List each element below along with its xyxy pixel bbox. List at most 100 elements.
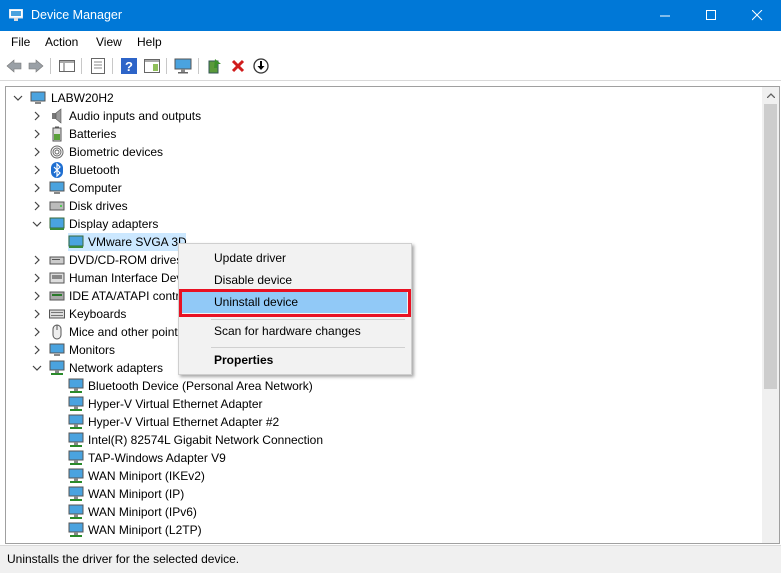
bluetooth-icon [51, 162, 63, 178]
tree-root[interactable]: LABW20H2 [6, 89, 756, 107]
device-item[interactable]: Intel(R) 82574L Gigabit Network Connecti… [6, 431, 756, 449]
device-label: Hyper-V Virtual Ethernet Adapter [88, 397, 263, 411]
scroll-up-icon[interactable] [762, 87, 779, 104]
device-item[interactable]: Hyper-V Virtual Ethernet Adapter #2 [6, 413, 756, 431]
update-driver-menu-item[interactable]: Update driver [181, 247, 407, 269]
expand-chevron-icon[interactable] [32, 255, 42, 265]
forward-icon[interactable] [27, 57, 45, 75]
expand-chevron-icon[interactable] [32, 183, 42, 193]
collapse-chevron-icon[interactable] [32, 219, 42, 229]
menu-action[interactable]: Action [45, 35, 78, 49]
expand-chevron-icon[interactable] [32, 309, 42, 319]
category-label: Disk drives [69, 199, 128, 213]
svg-text:?: ? [125, 59, 133, 74]
toolbar: ? [0, 53, 781, 81]
battery-icon [52, 126, 62, 142]
category-item[interactable]: Batteries [6, 125, 756, 143]
category-item[interactable]: Computer [6, 179, 756, 197]
disable-device-label: Disable device [214, 273, 293, 287]
mouse-icon [52, 324, 62, 340]
network-icon [68, 378, 84, 393]
disk-icon [49, 201, 65, 211]
device-item[interactable]: Bluetooth Device (Personal Area Network) [6, 377, 756, 395]
category-label: Biometric devices [69, 145, 164, 159]
network-icon [68, 396, 84, 411]
collapse-chevron-icon[interactable] [32, 363, 42, 373]
expand-chevron-icon[interactable] [32, 129, 42, 139]
close-button[interactable] [734, 0, 780, 31]
speaker-icon [52, 108, 62, 124]
scan-hardware-menu-item[interactable]: Scan for hardware changes [181, 320, 407, 342]
category-label: IDE ATA/ATAPI contro [69, 289, 187, 303]
download-icon[interactable] [252, 57, 270, 75]
category-label: Bluetooth [69, 163, 120, 177]
properties-menu-item[interactable]: Properties [181, 349, 407, 371]
expand-chevron-icon[interactable] [32, 165, 42, 175]
keyboard-icon [49, 309, 65, 319]
device-item[interactable]: WAN Miniport (L2TP) [6, 521, 756, 539]
vertical-scrollbar[interactable] [762, 87, 779, 543]
device-label: WAN Miniport (IPv6) [88, 505, 197, 519]
expand-chevron-icon[interactable] [32, 147, 42, 157]
update-driver-icon[interactable] [205, 57, 223, 75]
category-item[interactable]: Biometric devices [6, 143, 756, 161]
category-label: Network adapters [69, 361, 164, 375]
category-item[interactable]: Disk drives [6, 197, 756, 215]
collapse-chevron-icon[interactable] [13, 93, 23, 103]
expand-chevron-icon[interactable] [32, 345, 42, 355]
scrollbar-thumb[interactable] [764, 104, 777, 389]
category-item[interactable]: Bluetooth [6, 161, 756, 179]
menu-view[interactable]: View [96, 35, 122, 49]
hid-icon [49, 272, 65, 284]
network-icon [49, 360, 65, 375]
device-label: Intel(R) 82574L Gigabit Network Connecti… [88, 433, 324, 447]
menu-bar: File Action View Help [0, 31, 781, 53]
update-driver-label: Update driver [214, 251, 287, 265]
minimize-button[interactable] [642, 0, 688, 31]
device-label: WAN Miniport (IP) [88, 487, 185, 501]
action-pane-icon[interactable] [143, 57, 161, 75]
help-icon[interactable]: ? [120, 57, 138, 75]
device-label: TAP-Windows Adapter V9 [88, 451, 226, 465]
category-label: Display adapters [69, 217, 159, 231]
network-icon [68, 504, 84, 519]
show-hide-tree-icon[interactable] [58, 57, 76, 75]
category-item[interactable]: Display adapters [6, 215, 756, 233]
monitor-icon [49, 343, 65, 356]
device-item[interactable]: WAN Miniport (IKEv2) [6, 467, 756, 485]
device-item[interactable]: TAP-Windows Adapter V9 [6, 449, 756, 467]
back-icon[interactable] [5, 57, 23, 75]
properties-icon[interactable] [89, 57, 107, 75]
uninstall-icon[interactable] [229, 57, 247, 75]
device-item[interactable]: WAN Miniport (IP) [6, 485, 756, 503]
expand-chevron-icon[interactable] [32, 327, 42, 337]
category-item[interactable]: Audio inputs and outputs [6, 107, 756, 125]
scan-hardware-label: Scan for hardware changes [214, 324, 361, 338]
maximize-button[interactable] [688, 0, 734, 31]
device-manager-icon [9, 9, 23, 21]
network-icon [68, 522, 84, 537]
device-item[interactable]: WAN Miniport (IPv6) [6, 503, 756, 521]
menu-help[interactable]: Help [137, 35, 162, 49]
dvd-icon [49, 256, 65, 265]
device-label: WAN Miniport (L2TP) [88, 523, 202, 537]
expand-chevron-icon[interactable] [32, 111, 42, 121]
tree-root-label: LABW20H2 [51, 91, 114, 105]
menu-file[interactable]: File [11, 35, 30, 49]
category-label: DVD/CD-ROM drives [69, 253, 183, 267]
computer-icon [49, 181, 65, 194]
device-label: VMware SVGA 3D [88, 235, 187, 249]
network-icon [68, 468, 84, 483]
fingerprint-icon [50, 145, 64, 159]
category-label: Keyboards [69, 307, 127, 321]
expand-chevron-icon[interactable] [32, 273, 42, 283]
expand-chevron-icon[interactable] [32, 201, 42, 211]
expand-chevron-icon[interactable] [32, 291, 42, 301]
device-item[interactable]: Hyper-V Virtual Ethernet Adapter [6, 395, 756, 413]
network-icon [68, 450, 84, 465]
monitor-icon[interactable] [174, 57, 192, 75]
category-label: Mice and other point [69, 325, 178, 339]
display-adapter-icon [49, 217, 65, 230]
network-icon [68, 432, 84, 447]
disable-device-menu-item[interactable]: Disable device [181, 269, 407, 291]
